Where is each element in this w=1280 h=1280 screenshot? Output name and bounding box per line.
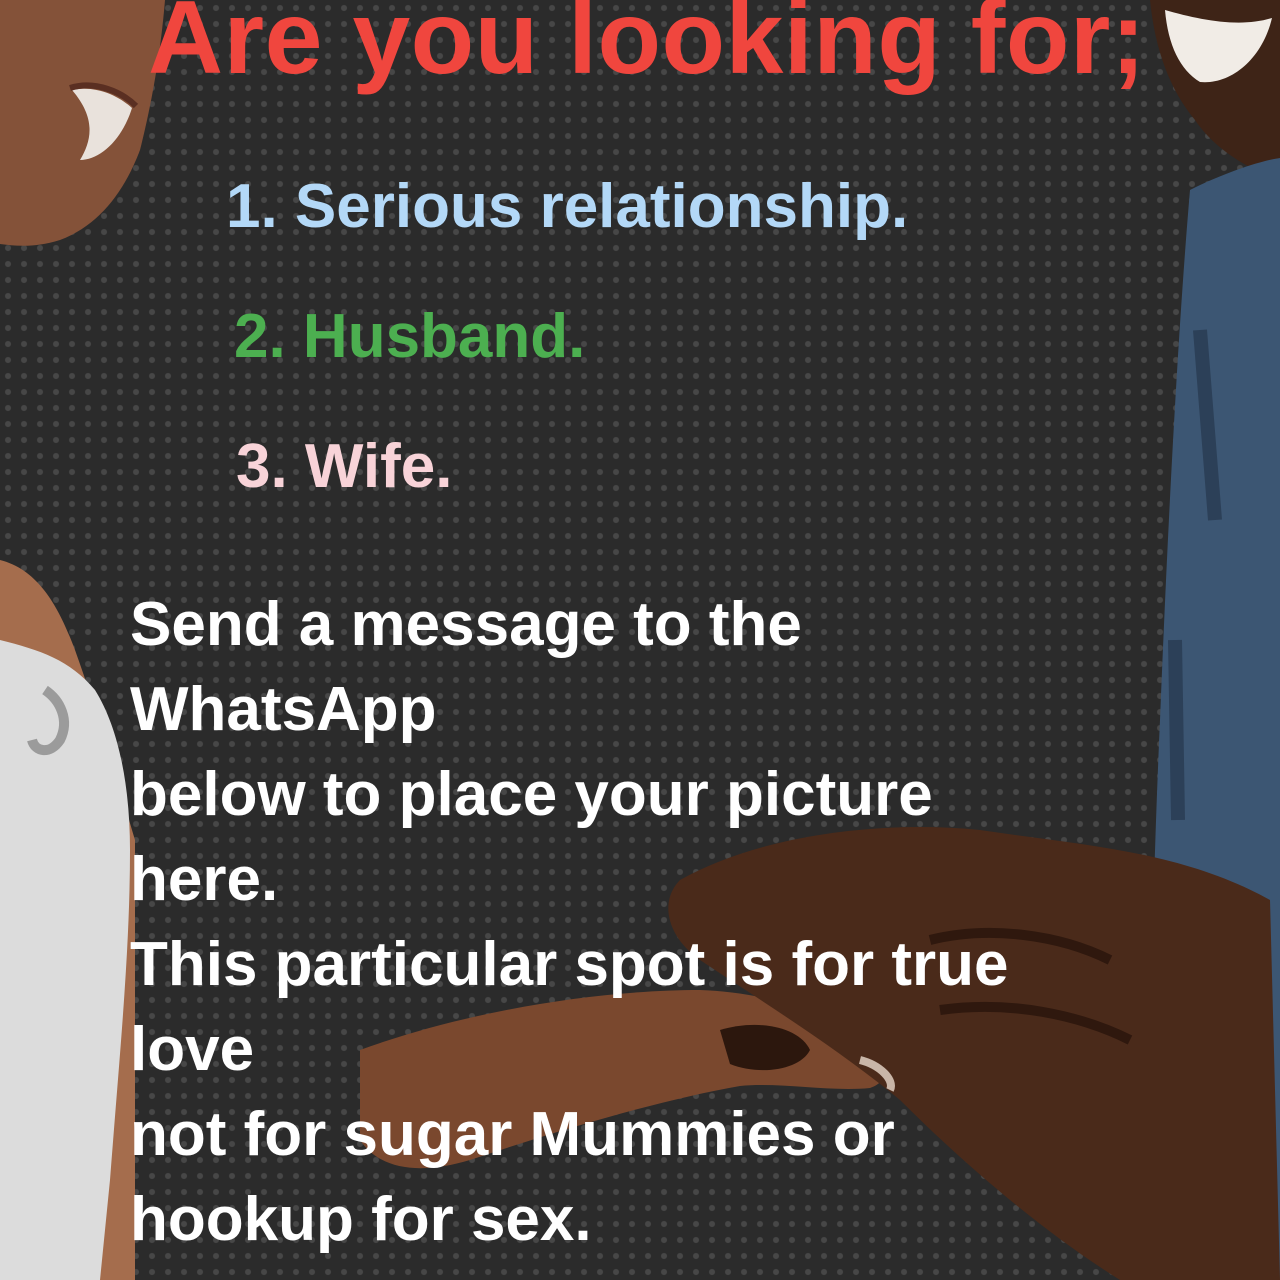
message-line: This particular spot is for true — [130, 930, 1009, 999]
message-line: love — [130, 1015, 255, 1084]
option-husband: 2. Husband. — [234, 302, 586, 371]
message-line: here. — [130, 845, 279, 914]
message-line: WhatsApp — [130, 675, 437, 744]
option-serious-relationship: 1. Serious relationship. — [226, 172, 909, 241]
message-line: hookup for sex. — [130, 1185, 592, 1254]
headline: Are you looking for; — [148, 0, 1146, 96]
message-line: below to place your picture — [130, 760, 933, 829]
message-block: Send a message to the WhatsApp below to … — [130, 582, 1260, 1262]
message-line: Send a message to the — [130, 590, 802, 659]
option-wife: 3. Wife. — [236, 432, 453, 501]
woman-face — [0, 0, 165, 246]
message-line: not for sugar Mummies or — [130, 1100, 895, 1169]
